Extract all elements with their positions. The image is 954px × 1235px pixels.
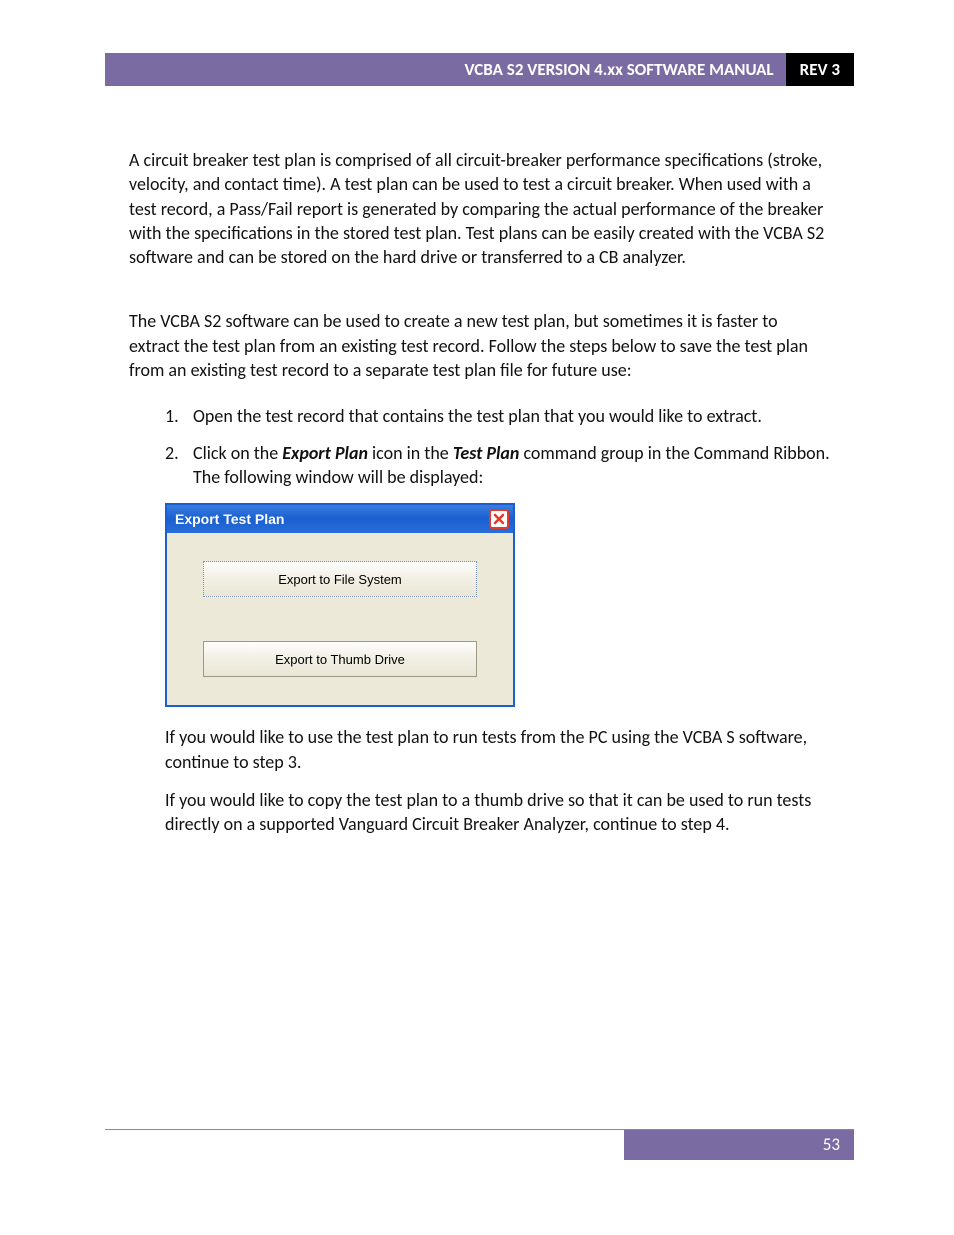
close-icon xyxy=(493,513,505,525)
intro-paragraph-2: The VCBA S2 software can be used to crea… xyxy=(129,309,830,382)
footer-bar: 53 xyxy=(105,1130,854,1160)
dialog-body: Export to File System Export to Thumb Dr… xyxy=(167,533,513,705)
step-number: 2. xyxy=(165,441,193,490)
export-to-thumb-drive-button[interactable]: Export to Thumb Drive xyxy=(203,641,477,677)
step-item: 2. Click on the Export Plan icon in the … xyxy=(165,441,830,490)
step-number: 1. xyxy=(165,404,193,428)
intro-paragraph-1: A circuit breaker test plan is comprised… xyxy=(129,148,830,269)
step-note-pc: If you would like to use the test plan t… xyxy=(165,725,830,774)
page-number: 53 xyxy=(624,1130,854,1160)
step-text-pre: Click on the xyxy=(193,442,282,464)
export-test-plan-dialog: Export Test Plan Export to File System E… xyxy=(165,503,515,707)
test-plan-label: Test Plan xyxy=(453,442,520,464)
step-text: Open the test record that contains the t… xyxy=(193,404,830,428)
dialog-titlebar: Export Test Plan xyxy=(167,505,513,533)
step-text-mid: icon in the xyxy=(368,442,453,464)
step-text: Click on the Export Plan icon in the Tes… xyxy=(193,441,830,490)
step-item: 1. Open the test record that contains th… xyxy=(165,404,830,428)
export-to-file-system-button[interactable]: Export to File System xyxy=(203,561,477,597)
revision-label: REV 3 xyxy=(786,53,854,86)
page-footer: 53 xyxy=(105,1129,854,1160)
header-spacer xyxy=(105,53,465,86)
close-button[interactable] xyxy=(489,509,509,529)
page-header: VCBA S2 VERSION 4.xx SOFTWARE MANUAL REV… xyxy=(105,53,854,86)
export-plan-label: Export Plan xyxy=(282,442,368,464)
manual-title: VCBA S2 VERSION 4.xx SOFTWARE MANUAL xyxy=(465,53,786,86)
dialog-title: Export Test Plan xyxy=(175,510,284,529)
steps-list: 1. Open the test record that contains th… xyxy=(165,404,830,489)
step-note-thumb: If you would like to copy the test plan … xyxy=(165,788,830,837)
page-content: A circuit breaker test plan is comprised… xyxy=(105,148,854,836)
